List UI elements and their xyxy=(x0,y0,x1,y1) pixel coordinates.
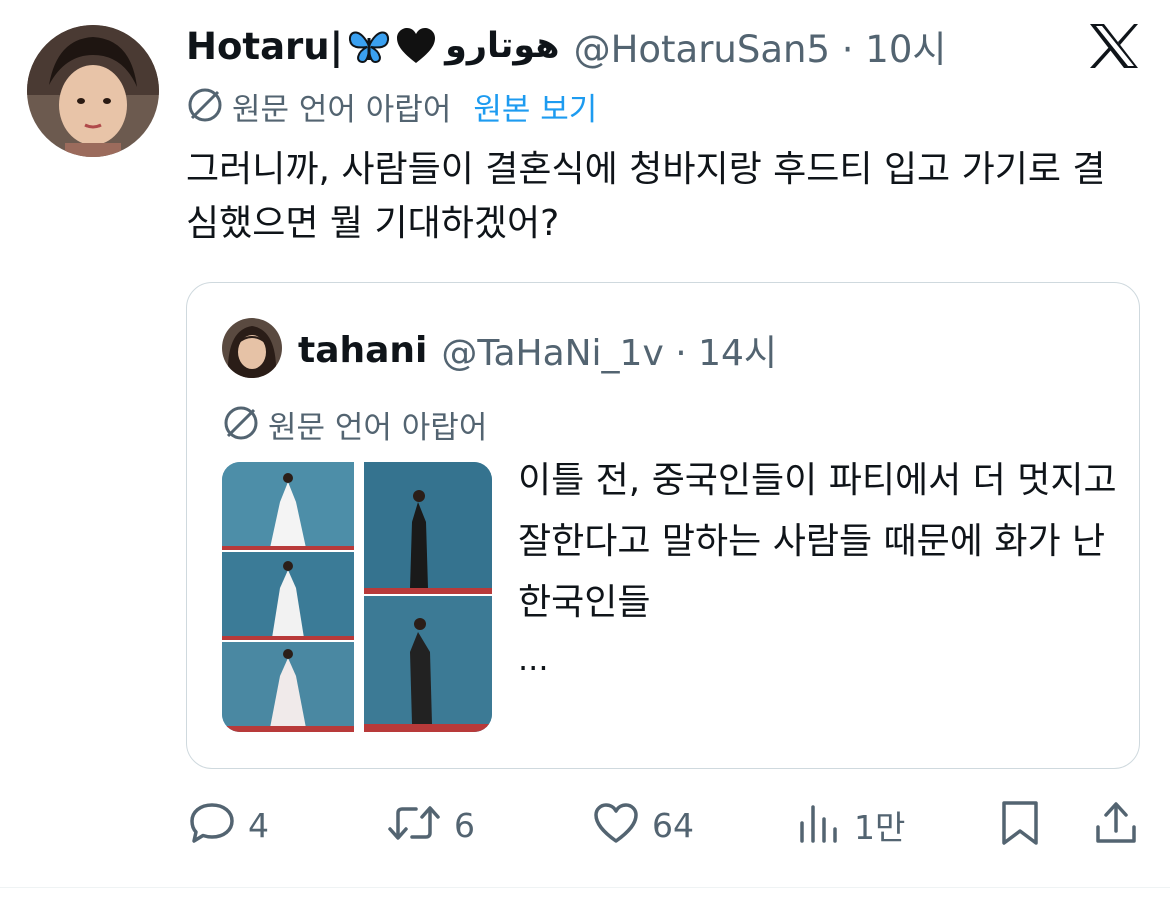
quoted-author-avatar[interactable] xyxy=(222,318,282,378)
like-count: 64 xyxy=(652,805,694,845)
retweet-icon xyxy=(386,801,442,849)
views-icon xyxy=(798,801,842,849)
like-button[interactable]: 64 xyxy=(592,790,694,860)
author-display-name[interactable]: Hotaru| xyxy=(186,25,343,68)
reply-button[interactable]: 4 xyxy=(188,790,269,860)
reply-icon xyxy=(188,801,236,849)
quoted-author-name[interactable]: tahani xyxy=(298,330,427,371)
x-logo-icon xyxy=(1088,22,1140,70)
translation-row: 원문 언어 아랍어 원본 보기 xyxy=(186,84,597,129)
reply-count: 4 xyxy=(248,805,269,845)
share-button[interactable] xyxy=(1094,790,1138,860)
views-button[interactable]: 1만 xyxy=(798,790,905,860)
tweet-header: Hotaru| هوتارو @HotaruSan5 · 10시 xyxy=(186,20,946,72)
bottom-divider xyxy=(0,887,1170,888)
quoted-media-image[interactable] xyxy=(222,462,492,732)
retweet-count: 6 xyxy=(454,805,475,845)
quoted-author-handle-time[interactable]: @TaHaNi_1v · 14시 xyxy=(441,324,777,376)
quoted-tweet-header: tahani @TaHaNi_1v · 14시 xyxy=(298,324,777,376)
bookmark-button[interactable] xyxy=(998,790,1042,860)
black-heart-icon xyxy=(395,27,437,65)
translate-icon xyxy=(222,404,260,446)
show-original-link[interactable]: 원본 보기 xyxy=(473,84,597,129)
share-icon xyxy=(1094,799,1138,851)
views-count: 1만 xyxy=(854,808,906,847)
like-icon xyxy=(592,801,640,849)
blue-butterfly-icon xyxy=(347,26,391,66)
action-bar: 4 6 64 1만 xyxy=(0,790,1170,860)
author-handle-time[interactable]: @HotaruSan5 · 10시 xyxy=(574,19,947,73)
translate-icon xyxy=(186,86,224,128)
quoted-translation-row: 원문 언어 아랍어 xyxy=(222,402,487,447)
author-avatar[interactable] xyxy=(27,25,159,157)
translation-note: 원문 언어 아랍어 xyxy=(232,92,452,128)
retweet-button[interactable]: 6 xyxy=(386,790,475,860)
bookmark-icon xyxy=(998,799,1042,851)
quoted-tweet-text: 이틀 전, 중국인들이 파티에서 더 멋지고 잘한다고 말하는 사람들 때문에 … xyxy=(518,460,1117,623)
quoted-tweet-ellipsis: ... xyxy=(518,640,549,678)
tweet-text: 그러니까, 사람들이 결혼식에 청바지랑 후드티 입고 가기로 결심했으면 뭘 … xyxy=(186,149,1106,244)
quoted-translation-note: 원문 언어 아랍어 xyxy=(268,410,488,446)
author-display-name-arabic[interactable]: هوتارو xyxy=(445,26,559,66)
